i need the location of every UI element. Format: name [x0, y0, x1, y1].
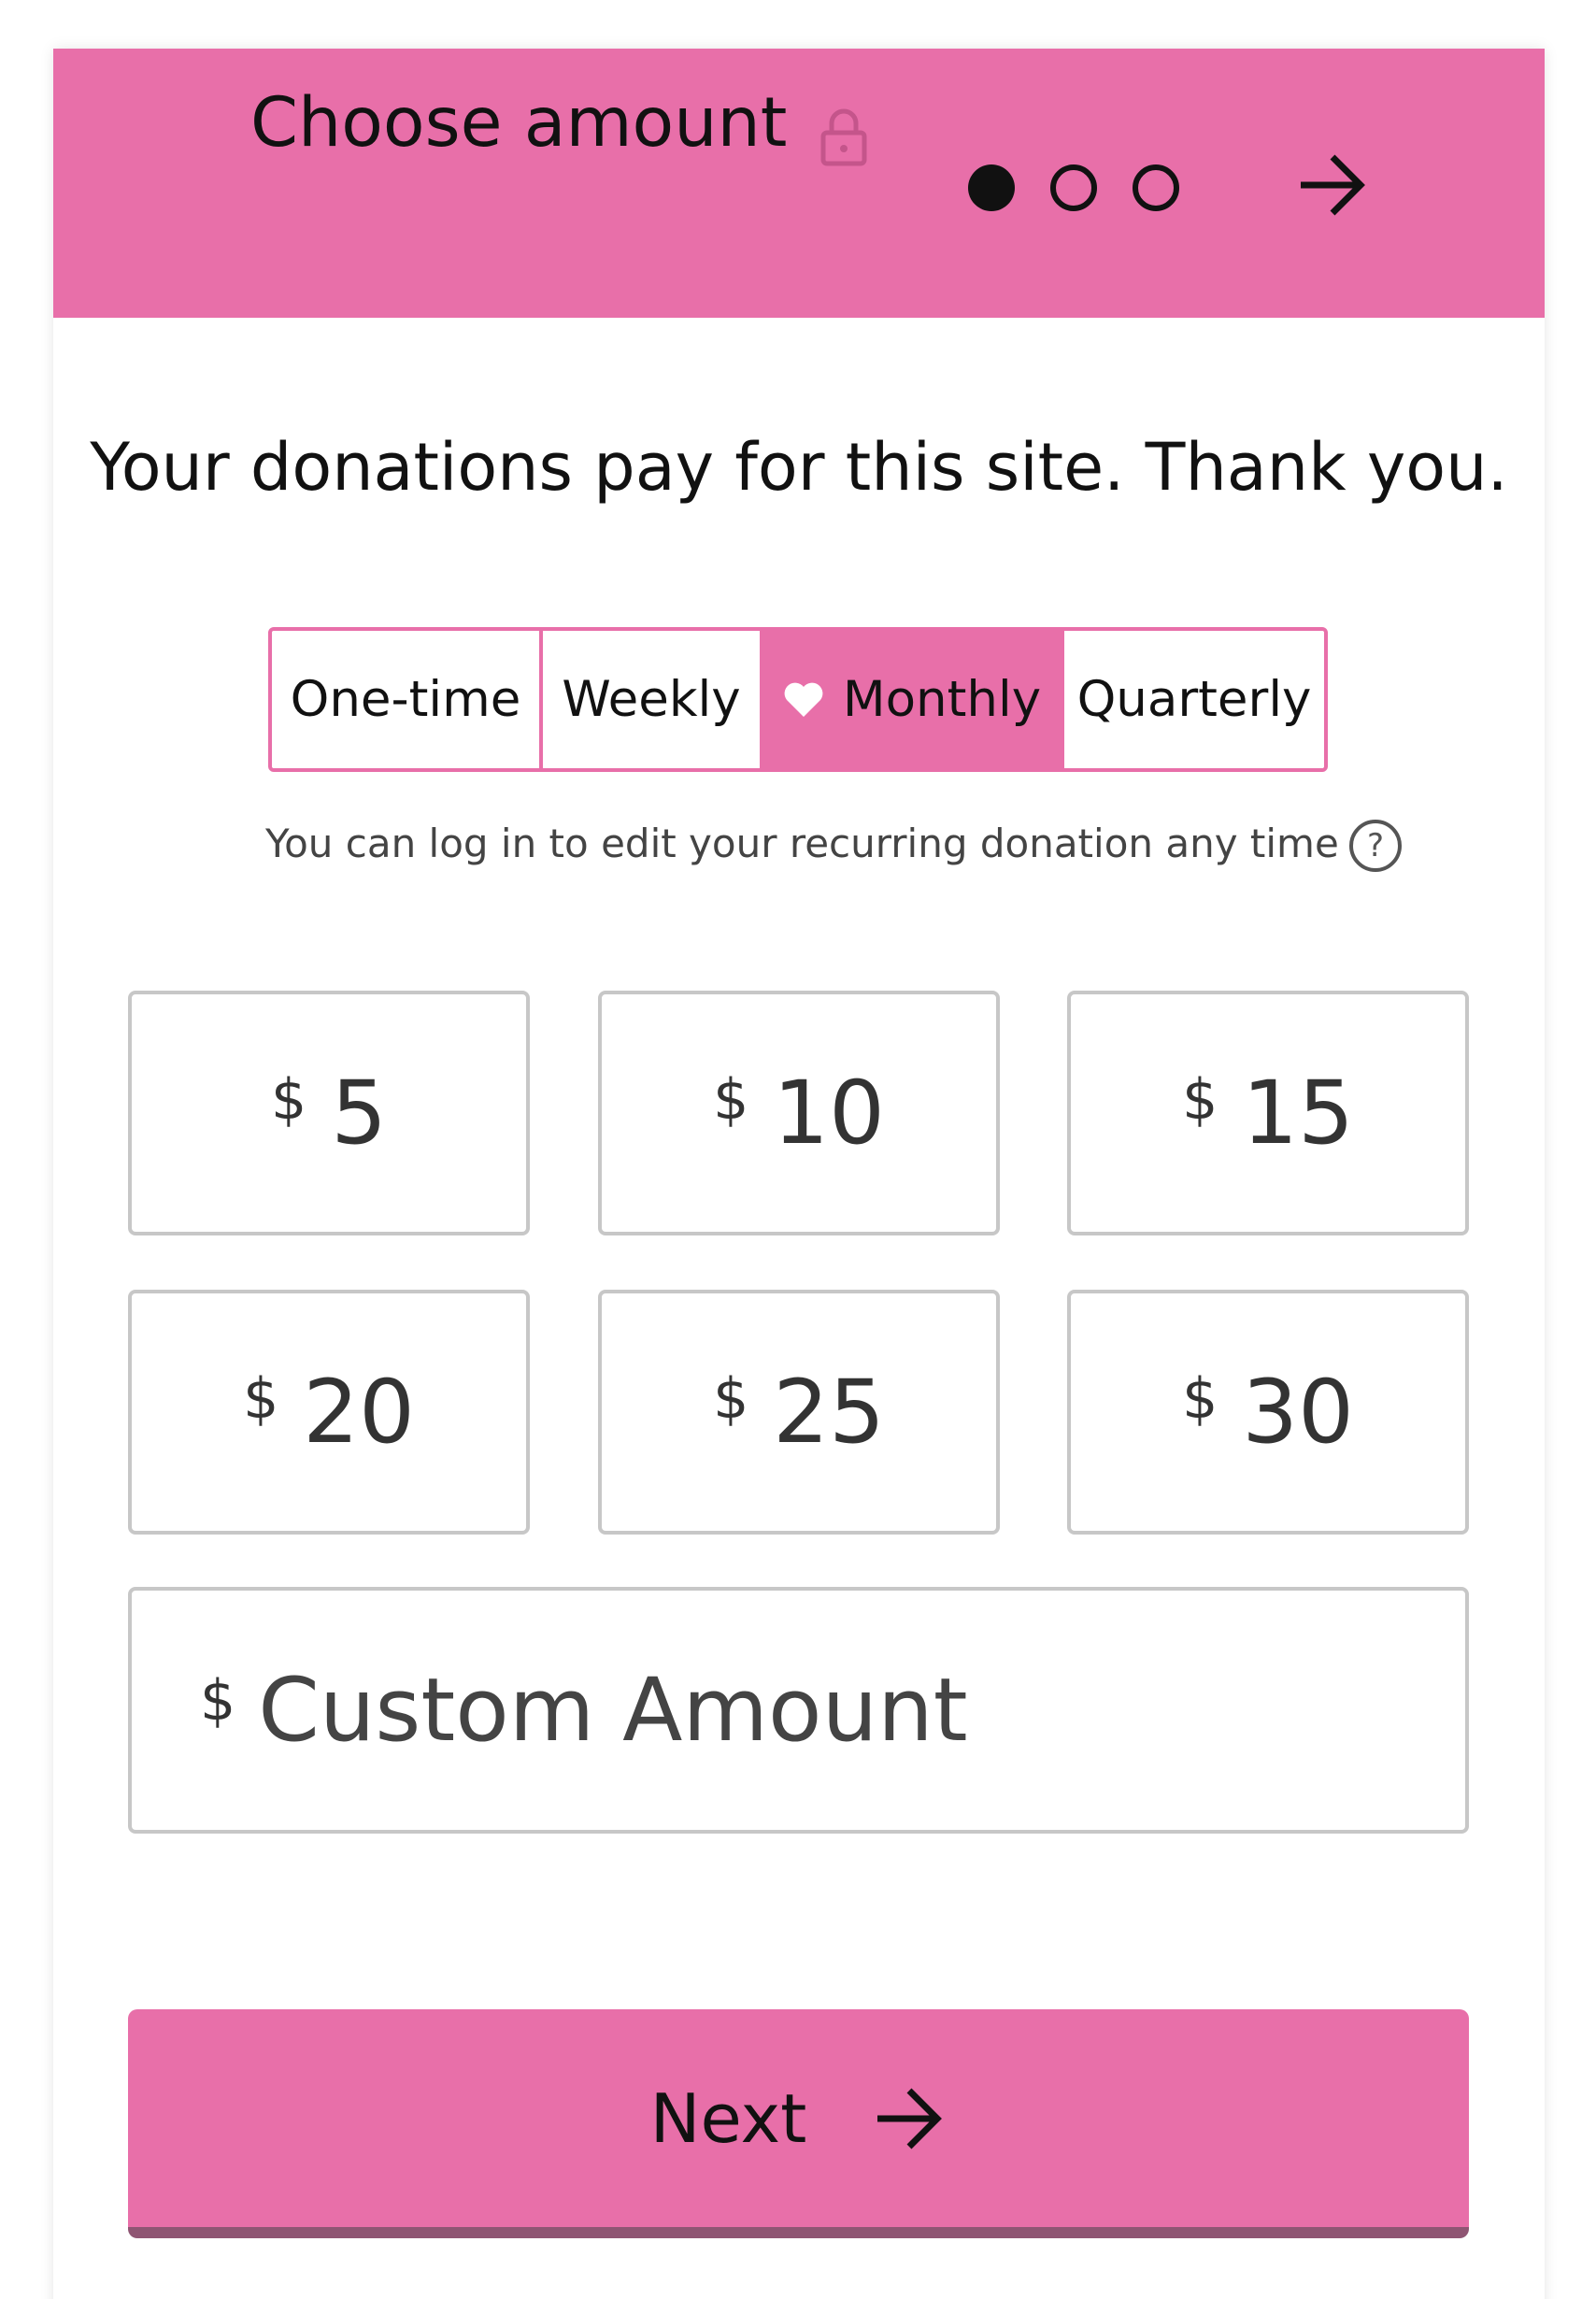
amount-value: 15: [1242, 1062, 1354, 1164]
custom-amount-field[interactable]: $: [128, 1587, 1469, 1834]
currency-symbol: $: [200, 1668, 236, 1734]
intro-message: Your donations pay for this site. Thank …: [90, 429, 1508, 506]
step-indicator-2: [1050, 164, 1097, 211]
amount-value: 5: [331, 1062, 387, 1164]
heart-icon: [784, 682, 823, 717]
currency-symbol: $: [271, 1067, 307, 1133]
next-button-label: Next: [649, 2078, 807, 2158]
amount-button-10[interactable]: $ 10: [598, 991, 1000, 1235]
frequency-option-label: Weekly: [562, 671, 741, 728]
amount-button-20[interactable]: $ 20: [128, 1290, 530, 1535]
step-indicator-3: [1133, 164, 1179, 211]
amount-button-5[interactable]: $ 5: [128, 991, 530, 1235]
custom-amount-input[interactable]: [256, 1658, 1335, 1763]
amount-value: 30: [1242, 1361, 1354, 1464]
amount-button-25[interactable]: $ 25: [598, 1290, 1000, 1535]
frequency-option-label: Quarterly: [1076, 671, 1312, 728]
frequency-option-label: Monthly: [842, 671, 1042, 728]
frequency-option-quarterly[interactable]: Quarterly: [1064, 631, 1324, 768]
amount-value: 10: [773, 1062, 885, 1164]
amount-button-30[interactable]: $ 30: [1067, 1290, 1469, 1535]
amount-value: 20: [303, 1361, 415, 1464]
frequency-option-weekly[interactable]: Weekly: [543, 631, 760, 768]
header-title: Choose amount: [250, 83, 788, 163]
frequency-option-monthly[interactable]: Monthly: [760, 631, 1064, 768]
step-indicator-1: [968, 164, 1015, 211]
currency-symbol: $: [713, 1366, 749, 1432]
arrow-right-icon[interactable]: [1295, 151, 1370, 219]
frequency-option-label: One-time: [290, 671, 521, 728]
currency-symbol: $: [713, 1067, 749, 1133]
amount-value: 25: [773, 1361, 885, 1464]
frequency-selector: One-time Weekly Monthly Quarterly: [268, 627, 1328, 772]
next-button[interactable]: Next: [128, 2009, 1469, 2238]
lock-icon: [820, 108, 867, 166]
currency-symbol: $: [243, 1366, 279, 1432]
frequency-option-one-time[interactable]: One-time: [272, 631, 543, 768]
arrow-right-icon: [877, 2088, 943, 2149]
help-icon[interactable]: ?: [1349, 820, 1402, 872]
donation-page: Choose amount Your donations pay for thi…: [0, 0, 1596, 2299]
recurring-note: You can log in to edit your recurring do…: [265, 821, 1339, 866]
currency-symbol: $: [1182, 1366, 1218, 1432]
currency-symbol: $: [1182, 1067, 1218, 1133]
amount-button-15[interactable]: $ 15: [1067, 991, 1469, 1235]
